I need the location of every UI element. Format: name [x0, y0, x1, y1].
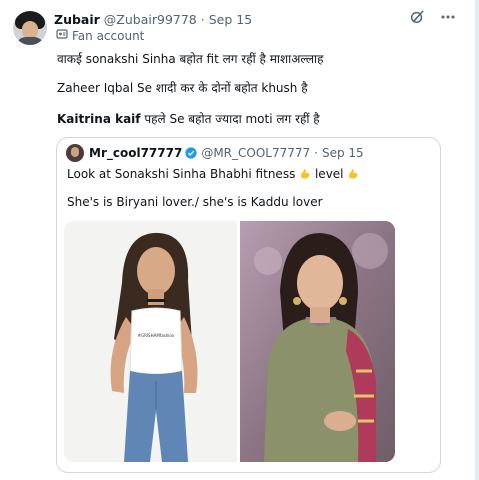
shirt-print-text: #GRISHAMfashion — [137, 333, 175, 338]
tweet-header: Zubair @Zubair99778 · Sep 15 — [54, 10, 252, 28]
verified-badge-icon — [185, 147, 197, 159]
more-icon[interactable] — [441, 15, 455, 19]
flexed-biceps-emoji — [349, 169, 358, 179]
flexed-biceps-emoji — [301, 169, 310, 179]
separator-dot: · — [314, 146, 318, 160]
author-handle[interactable]: @Zubair99778 — [104, 12, 197, 27]
quoted-author-avatar — [66, 144, 84, 162]
fan-account-label: Fan account — [56, 28, 144, 43]
grok-icon[interactable] — [410, 9, 425, 24]
quoted-photo-2[interactable] — [240, 221, 395, 462]
quoted-text-line: Look at Sonakshi Sinha Bhabhi fitness le… — [67, 167, 359, 181]
quoted-author-handle: @MR_COOL77777 — [201, 146, 311, 160]
timeline-divider — [475, 0, 479, 480]
tweet-header-actions — [410, 9, 455, 24]
tweet-text-line: Kaitrina kaif पहले Se बहोत ज्यादा moti ल… — [57, 112, 320, 126]
author-name[interactable]: Zubair — [54, 12, 100, 27]
separator-dot: · — [200, 11, 205, 27]
tweet-timestamp[interactable]: Sep 15 — [209, 12, 252, 27]
quoted-timestamp: Sep 15 — [321, 146, 364, 160]
fan-account-icon — [56, 28, 68, 43]
quoted-text-line: She's is Biryani lover./ she's is Kaddu … — [67, 195, 323, 209]
tweet-text-line: Zaheer Iqbal Se शादी कर के दोनों बहोत kh… — [57, 81, 308, 95]
quoted-tweet[interactable]: Mr_cool77777 @MR_COOL77777 · Sep 15 Look… — [56, 137, 441, 473]
quoted-author-name: Mr_cool77777 — [89, 146, 183, 160]
quoted-photo-1[interactable]: #GRISHAMfashion — [64, 221, 237, 462]
tweet-text-line: वाकई sonakshi Sinha बहोत fit लग रहीं है … — [57, 52, 324, 66]
author-avatar[interactable] — [13, 11, 47, 45]
quoted-tweet-header: Mr_cool77777 @MR_COOL77777 · Sep 15 — [66, 144, 364, 162]
